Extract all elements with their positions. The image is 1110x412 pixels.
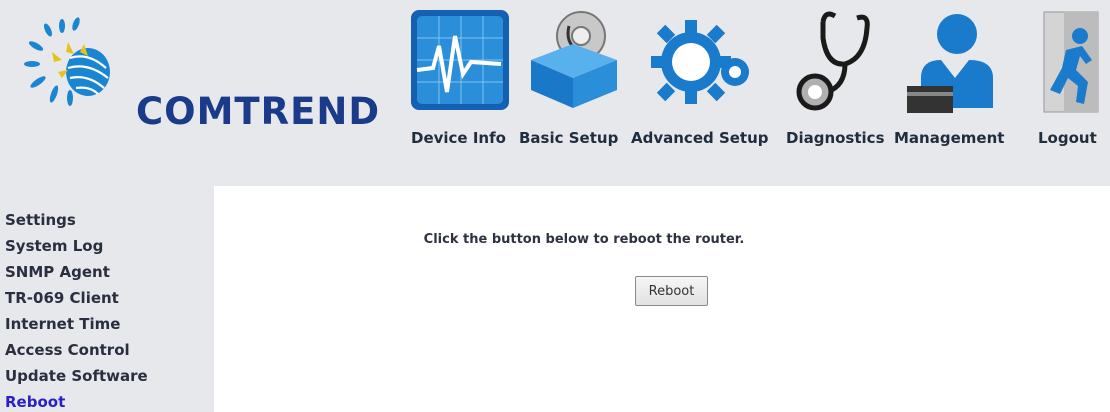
- sidebar-item-update-software[interactable]: Update Software: [5, 367, 148, 385]
- sidebar-item-internet-time[interactable]: Internet Time: [5, 315, 120, 333]
- nav-label-diagnostics: Diagnostics: [786, 129, 885, 147]
- sidebar-item-reboot[interactable]: Reboot: [5, 393, 65, 411]
- diagnostics-icon: [796, 11, 870, 111]
- sidebar-menu: Settings System Log SNMP Agent TR-069 Cl…: [0, 186, 214, 412]
- nav-label-advanced-setup: Advanced Setup: [631, 129, 769, 147]
- nav-label-logout: Logout: [1038, 129, 1097, 147]
- reboot-instructions: Click the button below to reboot the rou…: [423, 232, 745, 247]
- nav-label-device-info: Device Info: [411, 129, 506, 147]
- sidebar-item-snmp-agent[interactable]: SNMP Agent: [5, 263, 110, 281]
- device-info-icon: [411, 10, 509, 110]
- main-content: Click the button below to reboot the rou…: [214, 186, 1110, 412]
- logout-icon: [1043, 11, 1099, 113]
- sunburst-logo-icon: [24, 17, 110, 106]
- nav-label-basic-setup: Basic Setup: [519, 129, 619, 147]
- advanced-setup-icon: [651, 20, 749, 104]
- router-admin-page: COMTREND Device Info Basic Setup Advance…: [0, 0, 1110, 412]
- nav-management[interactable]: Management: [891, 0, 1009, 185]
- sidebar-item-access-control[interactable]: Access Control: [5, 341, 130, 359]
- basic-setup-icon: [531, 11, 617, 108]
- management-icon: [907, 14, 993, 113]
- comtrend-logo: COMTREND: [18, 12, 379, 133]
- sidebar-item-tr069-client[interactable]: TR-069 Client: [5, 289, 119, 307]
- nav-diagnostics[interactable]: Diagnostics: [781, 0, 889, 185]
- nav-label-management: Management: [894, 129, 1005, 147]
- sidebar-item-settings[interactable]: Settings: [5, 211, 76, 229]
- brand-name: COMTREND: [136, 90, 381, 133]
- nav-basic-setup[interactable]: Basic Setup: [519, 0, 621, 185]
- reboot-button[interactable]: Reboot: [635, 276, 708, 306]
- nav-advanced-setup[interactable]: Advanced Setup: [627, 0, 777, 185]
- sidebar-item-system-log[interactable]: System Log: [5, 237, 103, 255]
- nav-device-info[interactable]: Device Info: [405, 0, 517, 185]
- nav-logout[interactable]: Logout: [1030, 0, 1106, 185]
